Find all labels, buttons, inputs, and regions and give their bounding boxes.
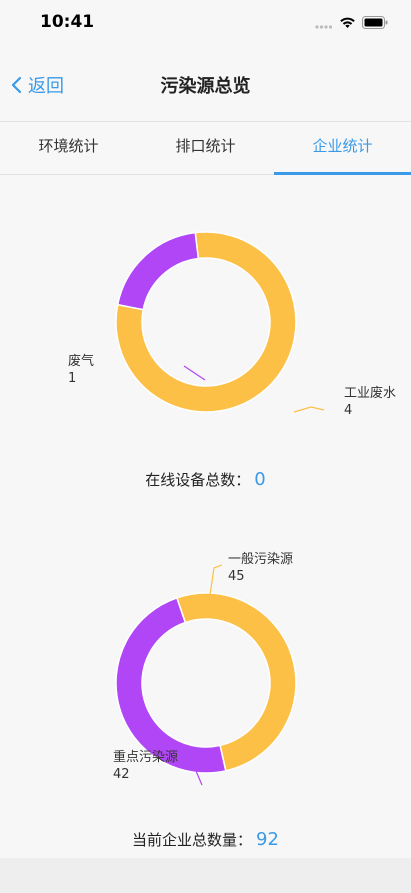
donut-slice-1 bbox=[115, 596, 227, 774]
bottom-bar bbox=[0, 858, 411, 893]
donut-slice-1 bbox=[116, 231, 200, 311]
status-time: 10:41 bbox=[40, 12, 95, 32]
slice-label-0: 工业废水 bbox=[344, 385, 396, 401]
slice-label-1: 废气 bbox=[68, 353, 94, 369]
status-bar: 10:41 bbox=[0, 0, 411, 46]
tab-outlet-stats[interactable]: 排口统计 bbox=[137, 122, 274, 174]
slice-leader-line-0 bbox=[209, 564, 223, 596]
chart-pollution-sources: 一般污染源 45 重点污染源 42 bbox=[113, 551, 297, 786]
slice-value-1: 42 bbox=[113, 767, 130, 782]
slice-leader-line-0 bbox=[293, 406, 325, 413]
slice-label-1: 重点污染源 bbox=[113, 749, 178, 765]
donut-slice-0 bbox=[175, 592, 297, 772]
status-icons bbox=[315, 14, 389, 33]
tab-bar: 环境统计 排口统计 企业统计 bbox=[0, 122, 411, 175]
online-device-total-value: 0 bbox=[254, 469, 266, 490]
slice-value-1: 1 bbox=[68, 371, 76, 386]
online-device-total: 在线设备总数： 0 bbox=[0, 469, 411, 490]
slice-label-0: 一般污染源 bbox=[228, 551, 293, 567]
tab-enterprise-stats[interactable]: 企业统计 bbox=[274, 122, 411, 175]
online-device-total-label: 在线设备总数： bbox=[145, 471, 251, 489]
tab-environment-stats[interactable]: 环境统计 bbox=[0, 122, 137, 174]
enterprise-total-value: 92 bbox=[256, 829, 279, 850]
nav-bar: 返回 污染源总览 bbox=[0, 46, 411, 122]
slice-leader-line-1 bbox=[183, 365, 206, 381]
content-area: 工业废水 4 废气 1 在线设备总数： 0 一般污染源 45 重点污染源 42 当前企业总数量… bbox=[0, 175, 411, 860]
signal-icon bbox=[315, 14, 333, 33]
slice-value-0: 45 bbox=[228, 569, 245, 584]
page-title: 污染源总览 bbox=[160, 76, 251, 97]
chart-wastewater-exhaust: 工业废水 4 废气 1 bbox=[68, 231, 396, 418]
enterprise-total: 当前企业总数量： 92 bbox=[0, 829, 411, 850]
slice-value-0: 4 bbox=[344, 403, 352, 418]
enterprise-total-label: 当前企业总数量： bbox=[132, 831, 253, 849]
wifi-icon bbox=[339, 14, 356, 33]
battery-icon bbox=[362, 14, 389, 33]
